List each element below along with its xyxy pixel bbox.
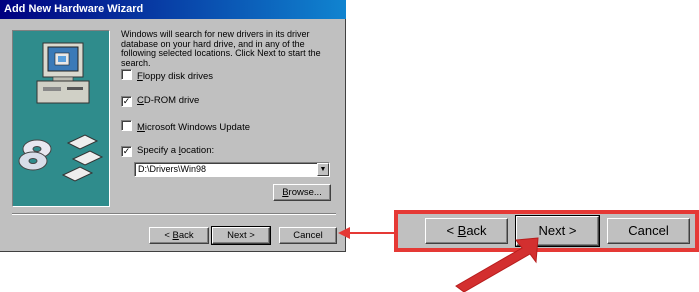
browse-button[interactable]: Browse... [273,184,331,201]
zoom-cancel-button[interactable]: Cancel [607,218,690,244]
next-button[interactable]: Next > [211,226,271,245]
option-specify-location[interactable]: ✓ Specify a location: [121,145,214,157]
dropdown-arrow-icon[interactable]: ▼ [317,163,329,176]
dialog-titlebar[interactable]: Add New Hardware Wizard [0,0,346,19]
windows-update-checkbox[interactable] [121,120,132,131]
location-input[interactable]: D:\Drivers\Win98 [138,164,206,174]
specify-location-checkbox[interactable]: ✓ [121,146,132,157]
cancel-button[interactable]: Cancel [279,227,337,244]
cdrom-checkbox[interactable]: ✓ [121,96,132,107]
option-cdrom[interactable]: ✓ CD-ROM drive [121,95,199,107]
pointer-arrow-icon [455,237,539,292]
option-floppy[interactable]: Floppy disk drives [121,69,213,82]
dialog-title: Add New Hardware Wizard [4,3,144,15]
computer-cd-icon [18,42,104,182]
location-combobox[interactable]: D:\Drivers\Win98 ▼ [134,162,330,177]
instructions-text: Windows will search for new drivers in i… [121,29,321,68]
option-windows-update[interactable]: Microsoft Windows Update [121,120,250,133]
back-button[interactable]: < Back [149,227,209,244]
hardware-illustration [12,30,110,207]
wizard-dialog: Add New Hardware Wizard Windows will sea… [0,0,346,252]
callout-arrow-line [348,232,394,234]
callout-arrow-icon [338,227,350,239]
separator [12,213,336,215]
floppy-checkbox[interactable] [121,69,132,80]
